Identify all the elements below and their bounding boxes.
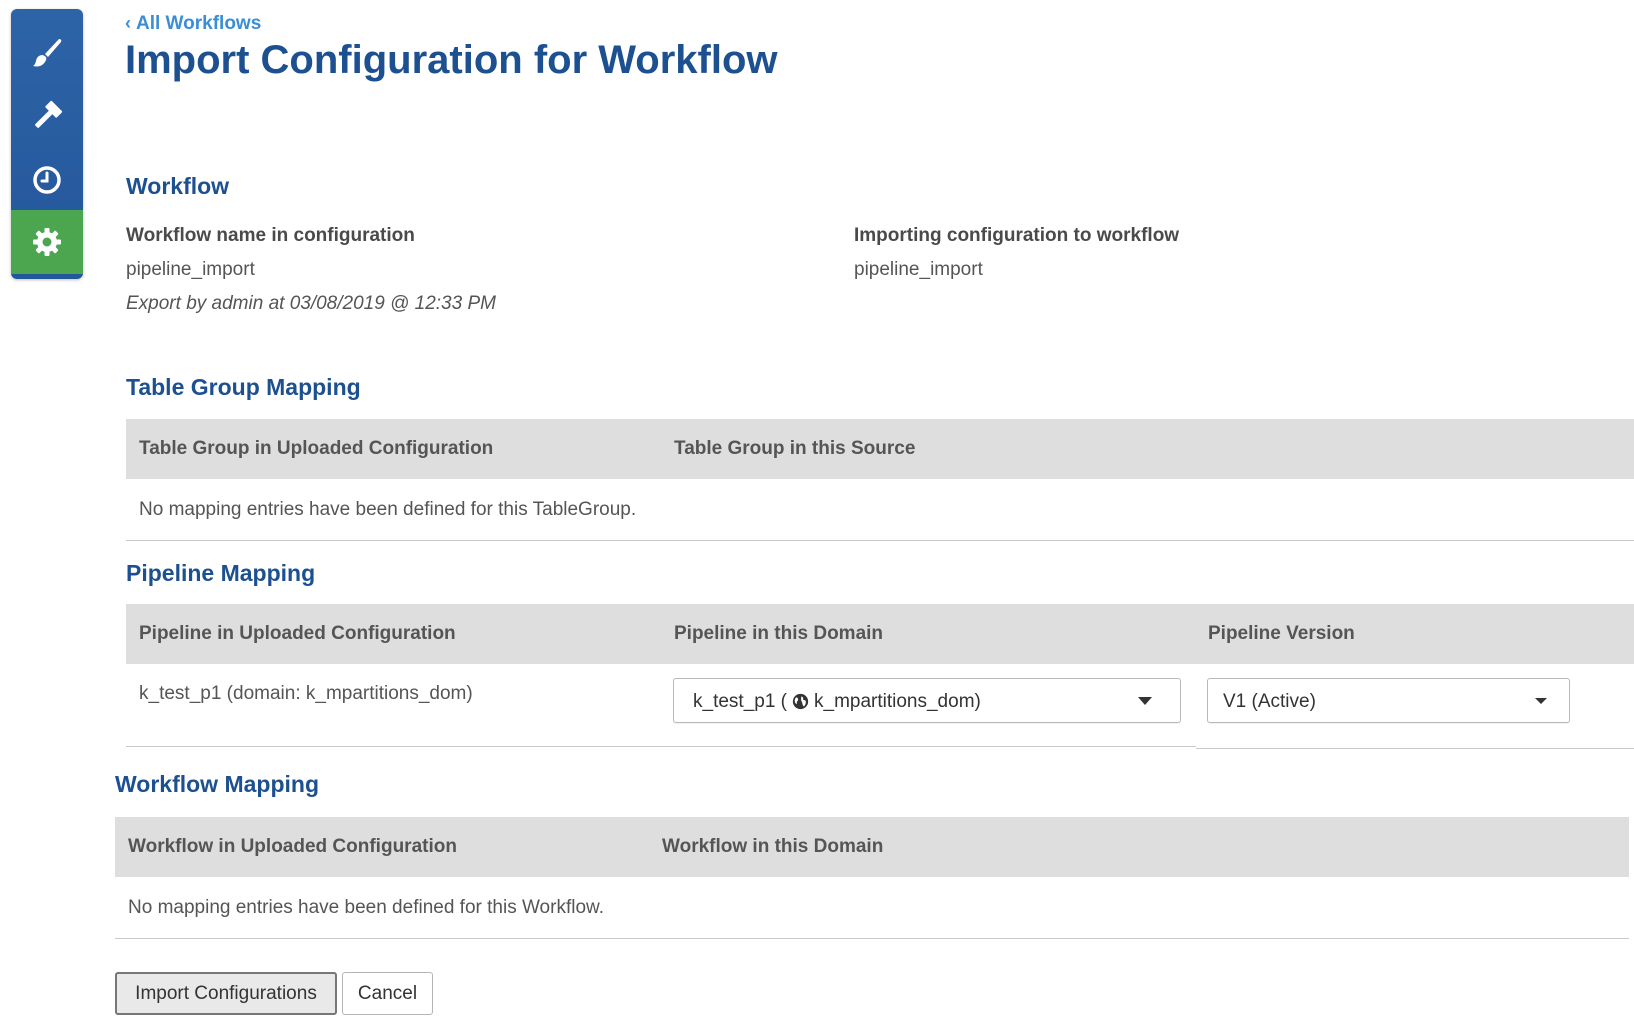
- table-group-header-row: Table Group in Uploaded Configuration Ta…: [126, 419, 1634, 479]
- clock-icon: [33, 166, 61, 194]
- chevron-left-icon: ‹: [125, 13, 136, 33]
- table-group-mapping-title: Table Group Mapping: [126, 374, 361, 400]
- sidebar-item-settings[interactable]: [11, 210, 83, 274]
- sidebar-nav: [11, 9, 83, 279]
- back-link-label: All Workflows: [136, 13, 262, 34]
- workflow-header-row: Workflow in Uploaded Configuration Workf…: [115, 817, 1629, 877]
- caret-down-icon: [1535, 698, 1547, 704]
- column-header: Workflow in this Domain: [662, 836, 884, 857]
- divider: [126, 746, 1196, 747]
- workflow-section-title: Workflow: [126, 173, 230, 199]
- column-header: Table Group in this Source: [674, 438, 916, 459]
- target-workflow-value: pipeline_import: [854, 259, 983, 280]
- pipeline-version-value: V1 (Active): [1223, 691, 1316, 712]
- pipeline-domain-select-value: k_test_p1 ( k_mpartitions_dom): [693, 679, 981, 724]
- divider: [1196, 748, 1634, 749]
- table-group-empty-message: No mapping entries have been defined for…: [139, 499, 637, 520]
- workflow-config-name-value: pipeline_import: [126, 259, 255, 280]
- divider: [126, 540, 1634, 541]
- caret-down-icon: [1138, 697, 1152, 705]
- pipeline-domain-prefix: k_test_p1 (: [693, 691, 787, 712]
- back-link-all-workflows[interactable]: ‹ All Workflows: [125, 13, 261, 35]
- target-workflow-label: Importing configuration to workflow: [854, 225, 1180, 246]
- pipeline-mapping-title: Pipeline Mapping: [126, 560, 316, 586]
- sidebar-item-build[interactable]: [11, 83, 83, 149]
- pipeline-domain-select[interactable]: k_test_p1 ( k_mpartitions_dom): [673, 678, 1181, 723]
- globe-icon: [792, 693, 809, 710]
- workflow-config-name-label: Workflow name in configuration: [126, 225, 415, 246]
- import-configurations-button[interactable]: Import Configurations: [115, 972, 337, 1015]
- pipeline-domain-name: k_mpartitions_dom): [814, 691, 981, 712]
- hammer-icon: [35, 100, 63, 128]
- column-header: Pipeline in Uploaded Configuration: [139, 623, 456, 644]
- column-header: Pipeline Version: [1208, 623, 1355, 644]
- pipeline-version-select[interactable]: V1 (Active): [1207, 678, 1570, 723]
- column-header: Table Group in Uploaded Configuration: [139, 438, 494, 459]
- cancel-button[interactable]: Cancel: [342, 972, 433, 1015]
- column-header: Workflow in Uploaded Configuration: [128, 836, 457, 857]
- workflow-mapping-title: Workflow Mapping: [115, 771, 320, 797]
- page-title: Import Configuration for Workflow: [125, 38, 778, 82]
- workflow-empty-message: No mapping entries have been defined for…: [128, 897, 604, 918]
- column-header: Pipeline in this Domain: [674, 623, 884, 644]
- pipeline-header-row: Pipeline in Uploaded Configuration Pipel…: [126, 604, 1634, 664]
- export-note: Export by admin at 03/08/2019 @ 12:33 PM: [126, 293, 496, 314]
- divider: [115, 938, 1629, 939]
- sidebar-item-design[interactable]: [11, 19, 83, 85]
- pipeline-source-cell: k_test_p1 (domain: k_mpartitions_dom): [139, 683, 473, 704]
- sidebar-item-history[interactable]: [11, 147, 83, 213]
- gear-icon: [33, 228, 61, 256]
- paintbrush-icon: [33, 39, 62, 67]
